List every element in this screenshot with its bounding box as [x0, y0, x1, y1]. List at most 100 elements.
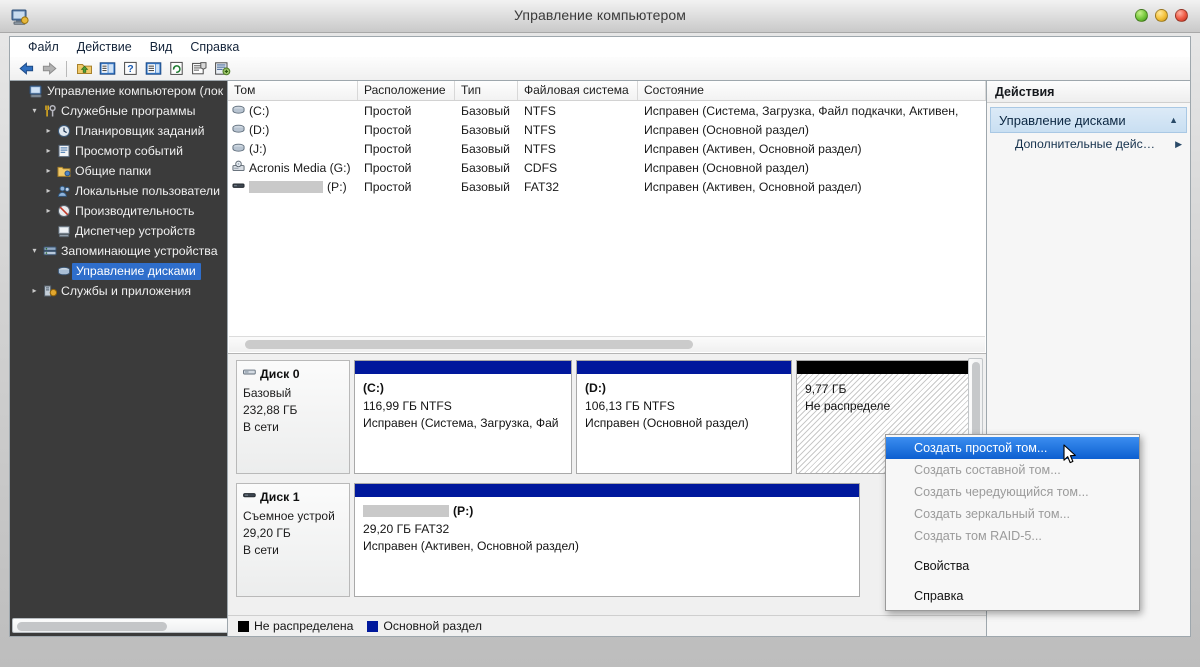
minimize-button[interactable] — [1135, 9, 1148, 22]
tree-item-label: Управление компьютером (лок — [47, 84, 224, 98]
volume-icon — [232, 141, 245, 157]
export-list-icon[interactable] — [212, 59, 232, 79]
back-icon[interactable] — [16, 59, 36, 79]
menu-action[interactable]: Действие — [68, 38, 141, 56]
tree-scrollbar-thumb[interactable] — [17, 622, 167, 631]
disk-meta-line: В сети — [243, 420, 279, 434]
tree-expanded-toggle-icon[interactable]: ▾ — [28, 241, 41, 261]
legend-unallocated: Не распределена — [238, 619, 353, 633]
tree-item-6[interactable]: ▸ Производительность — [10, 201, 227, 221]
menu-help[interactable]: Справка — [181, 38, 248, 56]
partition[interactable]: (C:) 116,99 ГБ NTFS Исправен (Система, Заг… — [354, 360, 572, 474]
tree-item-label: Управление дисками — [72, 262, 201, 280]
cell-type: Базовый — [461, 103, 510, 118]
volume-list-scrollbar-thumb[interactable] — [245, 340, 693, 349]
disk-blocks: Диск 0 Базовый 232,88 ГБ В сети (C:) 116,99 Г… — [236, 360, 986, 597]
disk-name: Диск 0 — [260, 367, 300, 381]
redacted-partition-label — [363, 505, 449, 517]
tree-item-5[interactable]: ▸ Локальные пользователи — [10, 181, 227, 201]
tree-item-7[interactable]: Диспетчер устройств — [10, 221, 227, 241]
device-manager-icon — [55, 224, 72, 238]
volume-name: (D:) — [249, 122, 270, 137]
partition-status: Исправен (Система, Загрузка, Фай — [363, 416, 559, 430]
ctx-create-simple-volume[interactable]: Создать простой том... — [886, 437, 1139, 459]
volume-cell: (J:) — [228, 141, 358, 157]
partition[interactable]: (D:) 106,13 ГБ NTFS Исправен (Основной раз… — [576, 360, 792, 474]
tree-horizontal-scrollbar[interactable] — [12, 618, 227, 633]
tree-item-1[interactable]: ▾ Служебные программы — [10, 101, 227, 121]
column-layout[interactable]: Расположение — [358, 81, 455, 100]
disk-meta-line: Съемное устрой — [243, 509, 335, 523]
tree-item-label: Локальные пользователи — [75, 184, 220, 198]
show-console-tree-icon[interactable] — [97, 59, 117, 79]
column-filesystem[interactable]: Файловая система — [518, 81, 638, 100]
legend-primary-partition-swatch — [367, 620, 379, 632]
partition[interactable]: (P:) 29,20 ГБ FAT32 Исправен (Активен, Осн… — [354, 483, 860, 597]
actions-group-disk-management[interactable]: Управление дисками ▲ — [990, 107, 1187, 133]
window-controls — [1135, 9, 1188, 22]
partition-size-filesystem: 29,20 ГБ FAT32 — [363, 522, 450, 536]
menu-file[interactable]: Файл — [19, 38, 68, 56]
tree-collapsed-toggle-icon[interactable]: ▸ — [42, 141, 55, 161]
tree-collapsed-toggle-icon[interactable]: ▸ — [42, 121, 55, 141]
column-type[interactable]: Тип — [455, 81, 518, 100]
cell-layout: Простой — [364, 141, 412, 156]
disk-info-panel[interactable]: Диск 1 Съемное устрой 29,20 ГБ В сети — [236, 483, 350, 597]
cell-status: Исправен (Система, Загрузка, Файл подкач… — [644, 103, 959, 118]
tree-collapsed-toggle-icon[interactable]: ▸ — [42, 181, 55, 201]
disk-meta-line: Базовый — [243, 386, 292, 400]
close-button[interactable] — [1175, 9, 1188, 22]
chevron-up-icon[interactable]: ▲ — [1169, 115, 1178, 125]
ctx-help[interactable]: Справка — [886, 585, 1139, 607]
disk-info-panel[interactable]: Диск 0 Базовый 232,88 ГБ В сети — [236, 360, 350, 474]
volume-cell: (D:) — [228, 122, 358, 138]
redacted-volume-label — [249, 180, 323, 193]
table-row[interactable]: (D:) Простой Базовый NTFS Исправен (Основной… — [228, 120, 986, 139]
maximize-button[interactable] — [1155, 9, 1168, 22]
disk-icon — [243, 366, 256, 382]
cell-filesystem: NTFS — [524, 141, 556, 156]
refresh-icon[interactable] — [166, 59, 186, 79]
table-row[interactable]: Acronis Media (G:) Простой Базовый CDFS Испр… — [228, 158, 986, 177]
properties-icon[interactable] — [189, 59, 209, 79]
tree-item-2[interactable]: ▸ Планировщик заданий — [10, 121, 227, 141]
menu-view[interactable]: Вид — [141, 38, 182, 56]
partition-color-bar — [577, 361, 791, 374]
action-more-actions[interactable]: Дополнительные дейс… ▶ — [987, 133, 1190, 155]
cell-type: Базовый — [461, 141, 510, 156]
disk-block: Диск 1 Съемное устрой 29,20 ГБ В сети (P:) 29… — [236, 483, 952, 597]
table-row[interactable]: (C:) Простой Базовый NTFS Исправен (Система,… — [228, 101, 986, 120]
show-action-pane-icon[interactable] — [143, 59, 163, 79]
column-volume[interactable]: Том — [228, 81, 358, 100]
forward-icon[interactable] — [39, 59, 59, 79]
help-icon[interactable]: ? — [120, 59, 140, 79]
cell-type: Базовый — [461, 179, 510, 194]
tree-item-9[interactable]: Управление дисками — [10, 261, 227, 281]
cell-filesystem: NTFS — [524, 103, 556, 118]
volume-icon — [232, 122, 245, 138]
partition-color-bar — [797, 361, 973, 374]
cell-layout: Простой — [364, 122, 412, 137]
partition-status: Не распределе — [805, 399, 891, 413]
tree-collapsed-toggle-icon[interactable]: ▸ — [28, 281, 41, 301]
tree-item-10[interactable]: ▸ Службы и приложения — [10, 281, 227, 301]
ctx-properties[interactable]: Свойства — [886, 555, 1139, 577]
tree-expanded-toggle-icon[interactable]: ▾ — [28, 101, 41, 121]
tree-item-3[interactable]: ▸ Просмотр событий — [10, 141, 227, 161]
partition-color-bar — [355, 484, 859, 497]
tree-collapsed-toggle-icon[interactable]: ▸ — [42, 161, 55, 181]
tree-item-4[interactable]: ▸ Общие папки — [10, 161, 227, 181]
tree-item-0[interactable]: Управление компьютером (лок — [10, 81, 227, 101]
cell-filesystem: CDFS — [524, 160, 558, 175]
users-icon — [55, 184, 72, 198]
tree-item-8[interactable]: ▾ Запоминающие устройства — [10, 241, 227, 261]
chevron-right-icon[interactable]: ▶ — [1175, 139, 1182, 150]
column-status[interactable]: Состояние — [638, 81, 986, 100]
volume-list-horizontal-scrollbar[interactable] — [229, 336, 985, 352]
table-row[interactable]: (J:) Простой Базовый NTFS Исправен (Активен,… — [228, 139, 986, 158]
partition-label: (P:) — [363, 504, 859, 518]
tree-collapsed-toggle-icon[interactable]: ▸ — [42, 201, 55, 221]
table-row[interactable]: (P:) Простой Базовый FAT32 Исправен (Активен… — [228, 177, 986, 196]
up-folder-icon[interactable] — [74, 59, 94, 79]
console-tree: Управление компьютером (лок ▾ Служебные п… — [10, 81, 227, 301]
